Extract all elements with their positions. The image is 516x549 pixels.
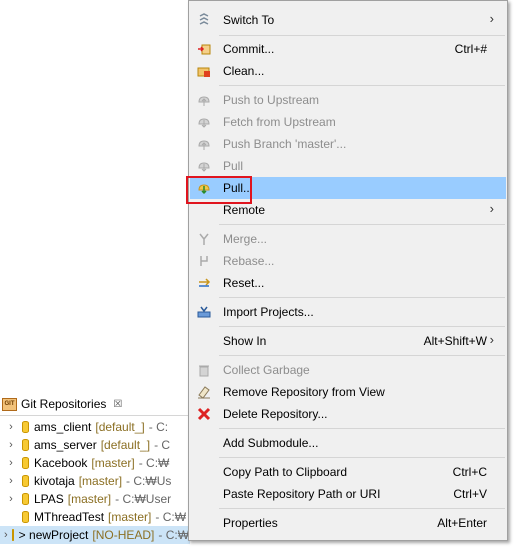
import-icon bbox=[196, 304, 212, 320]
git-icon: GIT bbox=[2, 397, 17, 411]
rebase-icon bbox=[196, 253, 212, 269]
menu-item-fetch-from-upstream[interactable]: Fetch from Upstream bbox=[190, 111, 506, 133]
submenu-arrow-icon: › bbox=[489, 332, 494, 347]
expand-arrow-icon[interactable]: › bbox=[4, 421, 18, 433]
repository-icon bbox=[22, 457, 29, 469]
menu-separator bbox=[219, 224, 505, 225]
expand-arrow-icon[interactable]: › bbox=[4, 457, 18, 469]
expand-arrow-icon[interactable]: › bbox=[4, 475, 18, 487]
menu-item-import-projects[interactable]: Import Projects... bbox=[190, 301, 506, 323]
repo-branch: [master] bbox=[67, 492, 112, 506]
menu-item-push-branch[interactable]: Push Branch 'master'... bbox=[190, 133, 506, 155]
repository-icon bbox=[22, 511, 29, 523]
repository-icon bbox=[22, 475, 29, 487]
trash-icon bbox=[196, 362, 212, 378]
repo-name: kivotaja bbox=[34, 474, 75, 488]
git-repositories-view-tab-bar: GIT Git Repositories ☒ bbox=[0, 393, 190, 416]
push-icon bbox=[196, 92, 212, 108]
repo-branch: [default_] bbox=[100, 438, 151, 452]
eraser-icon bbox=[196, 384, 212, 400]
menu-separator bbox=[219, 355, 505, 356]
menu-separator bbox=[219, 35, 505, 36]
menu-item-delete-repository[interactable]: Delete Repository... bbox=[190, 403, 506, 425]
menu-item-copy-path[interactable]: Copy Path to Clipboard Ctrl+C bbox=[190, 461, 506, 483]
repo-path: - C: bbox=[148, 420, 169, 434]
tree-row-selected[interactable]: › > newProject [NO-HEAD] - C:₩Users₩ bbox=[0, 526, 190, 544]
repo-path: - C:₩User bbox=[115, 492, 172, 506]
repo-name: ams_server bbox=[34, 438, 97, 452]
repository-icon bbox=[11, 529, 14, 541]
repo-path: - C:₩ bbox=[155, 510, 187, 524]
repo-name: MThreadTest bbox=[34, 510, 105, 524]
menu-item-merge[interactable]: Merge... bbox=[190, 228, 506, 250]
menu-separator bbox=[219, 326, 505, 327]
repo-path: - C:₩Users₩ bbox=[158, 528, 190, 542]
repository-icon bbox=[22, 421, 29, 433]
merge-icon bbox=[196, 231, 212, 247]
menu-item-paste-repository-path[interactable]: Paste Repository Path or URI Ctrl+V bbox=[190, 483, 506, 505]
menu-item-properties[interactable]: Properties Alt+Enter bbox=[190, 512, 506, 534]
commit-icon bbox=[196, 41, 212, 57]
menu-item-switch-to[interactable]: Switch To › bbox=[190, 9, 506, 31]
close-icon[interactable]: ☒ bbox=[113, 399, 122, 410]
expand-arrow-icon[interactable]: › bbox=[4, 529, 8, 541]
menu-separator bbox=[219, 428, 505, 429]
fetch-icon bbox=[196, 114, 212, 130]
repository-icon bbox=[22, 493, 29, 505]
switch-icon bbox=[196, 12, 212, 28]
clean-icon bbox=[196, 63, 212, 79]
menu-item-remove-repository[interactable]: Remove Repository from View bbox=[190, 381, 506, 403]
tree-row[interactable]: › kivotaja [master] - C:₩Us bbox=[0, 472, 190, 490]
expand-arrow-icon[interactable]: › bbox=[4, 439, 18, 451]
menu-item-add-submodule[interactable]: Add Submodule... bbox=[190, 432, 506, 454]
submenu-arrow-icon: › bbox=[489, 11, 494, 26]
menu-item-show-in[interactable]: Show In Alt+Shift+W › bbox=[190, 330, 506, 352]
repository-icon bbox=[22, 439, 29, 451]
repo-name: LPAS bbox=[34, 492, 64, 506]
pull-icon bbox=[196, 158, 212, 174]
menu-separator bbox=[219, 297, 505, 298]
menu-separator bbox=[219, 457, 505, 458]
repo-branch: [master] bbox=[108, 510, 152, 524]
repo-branch: [master] bbox=[91, 456, 135, 470]
tree-row[interactable]: › LPAS [master] - C:₩User bbox=[0, 490, 190, 508]
push-branch-icon bbox=[196, 136, 212, 152]
repo-path: - C:₩Us bbox=[126, 474, 172, 488]
menu-item-rebase[interactable]: Rebase... bbox=[190, 250, 506, 272]
repo-name: > newProject bbox=[18, 528, 89, 542]
menu-item-collect-garbage[interactable]: Collect Garbage bbox=[190, 359, 506, 381]
repo-branch: [master] bbox=[78, 474, 123, 488]
delete-icon bbox=[196, 406, 212, 422]
repository-tree: › ams_client [default_] - C: › ams_serve… bbox=[0, 418, 190, 544]
menu-item-reset[interactable]: Reset... bbox=[190, 272, 506, 294]
repo-path: - C bbox=[154, 438, 171, 452]
repo-name: ams_client bbox=[34, 420, 92, 434]
reset-icon bbox=[196, 275, 212, 291]
repo-name: Kacebook bbox=[34, 456, 88, 470]
menu-item-push-to-upstream[interactable]: Push to Upstream bbox=[190, 89, 506, 111]
highlight-callout-box bbox=[186, 176, 252, 204]
menu-separator bbox=[219, 508, 505, 509]
menu-separator bbox=[219, 85, 505, 86]
menu-item-commit[interactable]: Commit... Ctrl+# bbox=[190, 38, 506, 60]
tree-row[interactable]: › ams_client [default_] - C: bbox=[0, 418, 190, 436]
tree-row[interactable]: MThreadTest [master] - C:₩ bbox=[0, 508, 190, 526]
repo-branch: [NO-HEAD] bbox=[92, 528, 155, 542]
repo-path: - C:₩ bbox=[138, 456, 170, 470]
expand-arrow-icon[interactable]: › bbox=[4, 493, 18, 505]
context-menu: Switch To › Commit... Ctrl+# Clean... Pu… bbox=[188, 0, 508, 541]
repo-branch: [default_] bbox=[95, 420, 145, 434]
menu-item-clean[interactable]: Clean... bbox=[190, 60, 506, 82]
tree-row[interactable]: › Kacebook [master] - C:₩ bbox=[0, 454, 190, 472]
tab-git-repositories[interactable]: GIT Git Repositories ☒ bbox=[2, 393, 122, 415]
tab-title: Git Repositories bbox=[21, 397, 107, 411]
menu-item-pull[interactable]: Pull bbox=[190, 155, 506, 177]
submenu-arrow-icon: › bbox=[489, 201, 494, 216]
tree-row[interactable]: › ams_server [default_] - C bbox=[0, 436, 190, 454]
